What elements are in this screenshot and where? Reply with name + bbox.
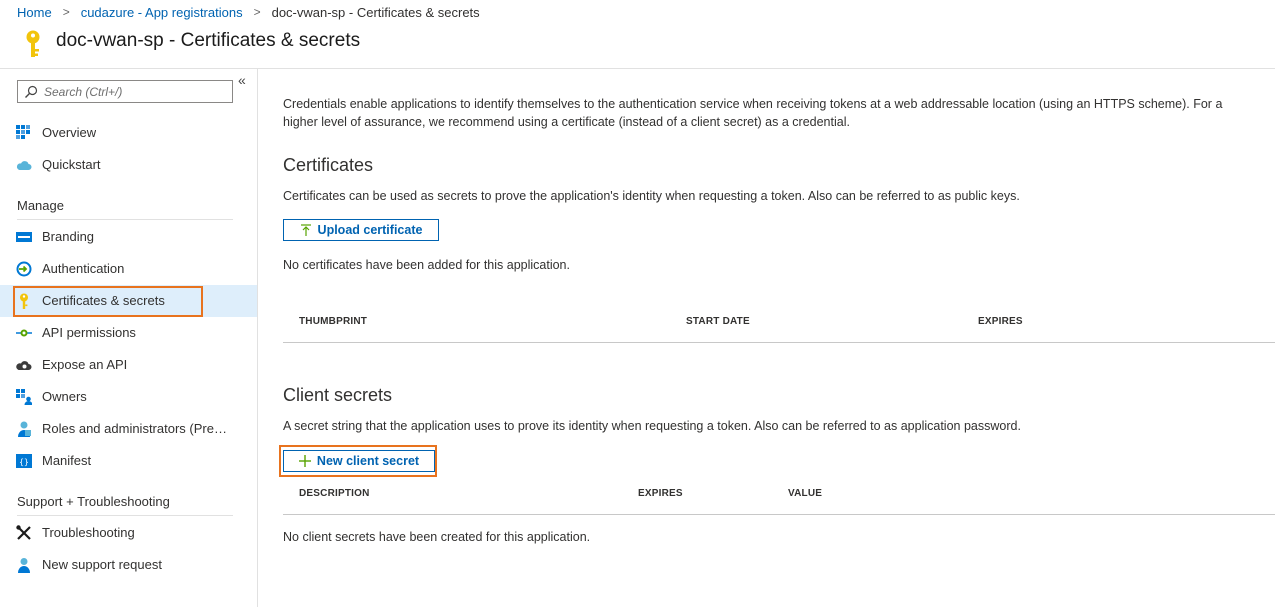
search-icon xyxy=(25,85,38,98)
sidebar-item-new-support-request[interactable]: New support request xyxy=(0,549,257,581)
column-header-expires: EXPIRES xyxy=(978,316,1023,327)
intro-text: Credentials enable applications to ident… xyxy=(283,97,1223,129)
search-box[interactable] xyxy=(17,80,233,103)
collapse-sidebar-button[interactable]: « xyxy=(238,73,246,87)
support-person-icon xyxy=(18,558,30,573)
breadcrumb-current: doc-vwan-sp - Certificates & secrets xyxy=(271,4,480,20)
table-divider xyxy=(283,514,1275,515)
search-input[interactable] xyxy=(44,84,224,99)
sidebar-item-label: Owners xyxy=(42,389,87,404)
certificates-heading: Certificates xyxy=(283,155,374,175)
certificates-description: Certificates can be used as secrets to p… xyxy=(283,189,1020,203)
sidebar-item-overview[interactable]: Overview xyxy=(0,117,257,149)
table-divider xyxy=(283,342,1275,343)
authentication-icon xyxy=(16,261,32,277)
branding-icon xyxy=(16,232,32,242)
sidebar-item-branding[interactable]: Branding xyxy=(0,221,257,253)
section-label-support: Support + Troubleshooting xyxy=(17,494,170,509)
sidebar-item-authentication[interactable]: Authentication xyxy=(0,253,257,285)
column-header-expires: EXPIRES xyxy=(638,488,683,499)
key-icon xyxy=(20,293,28,309)
sidebar-item-label: Quickstart xyxy=(42,157,101,172)
sidebar-item-api-permissions[interactable]: API permissions xyxy=(0,317,257,349)
sidebar-item-label: Roles and administrators (Previ... xyxy=(42,421,232,436)
no-certificates-text: No certificates have been added for this… xyxy=(283,258,570,272)
plus-icon xyxy=(298,455,311,467)
manifest-icon: {} xyxy=(16,454,32,468)
owners-icon xyxy=(16,389,32,405)
chevron-right-icon: > xyxy=(62,5,70,19)
sidebar-item-label: Certificates & secrets xyxy=(42,293,165,308)
section-label-manage: Manage xyxy=(17,198,64,213)
new-client-secret-button[interactable]: New client secret xyxy=(283,450,435,472)
client-secrets-description: A secret string that the application use… xyxy=(283,419,1021,433)
sidebar-item-label: New support request xyxy=(42,557,162,572)
user-roles-icon xyxy=(18,421,31,437)
sidebar-item-certificates-secrets[interactable]: Certificates & secrets xyxy=(0,285,257,317)
sidebar-item-label: Troubleshooting xyxy=(42,525,135,540)
title-bar: doc-vwan-sp - Certificates & secrets xyxy=(0,22,1275,69)
column-header-thumbprint: THUMBPRINT xyxy=(299,316,368,327)
upload-icon xyxy=(300,224,311,236)
api-permissions-icon xyxy=(16,329,32,337)
cloud-icon xyxy=(16,161,32,170)
sidebar-item-label: API permissions xyxy=(42,325,136,340)
sidebar-item-roles-administrators[interactable]: Roles and administrators (Previ... xyxy=(0,413,257,445)
sidebar-item-owners[interactable]: Owners xyxy=(0,381,257,413)
sidebar-item-label: Branding xyxy=(42,229,95,244)
column-header-description: DESCRIPTION xyxy=(299,488,370,499)
sidebar-item-label: Expose an API xyxy=(42,357,128,372)
no-client-secrets-text: No client secrets have been created for … xyxy=(283,530,591,544)
sidebar-item-expose-api[interactable]: Expose an API xyxy=(0,349,257,381)
column-header-value: VALUE xyxy=(788,488,823,499)
cloud-gear-icon xyxy=(16,361,32,370)
page-title: doc-vwan-sp - Certificates & secrets xyxy=(56,30,361,51)
sidebar-item-manifest[interactable]: {} Manifest xyxy=(0,445,257,477)
breadcrumb-home-link[interactable]: Home xyxy=(17,5,52,20)
breadcrumb: Home > cudazure - App registrations > do… xyxy=(17,3,480,21)
section-divider xyxy=(17,219,233,220)
sidebar-item-label: Authentication xyxy=(42,261,125,276)
sidebar-item-troubleshooting[interactable]: Troubleshooting xyxy=(0,517,257,549)
client-secrets-heading: Client secrets xyxy=(283,385,393,405)
key-icon xyxy=(26,30,40,57)
grid-icon xyxy=(16,125,30,139)
new-client-secret-label: New client secret xyxy=(316,454,420,468)
section-divider xyxy=(17,515,233,516)
sidebar: « Overview Quickstart Manage Branding xyxy=(0,69,258,607)
upload-certificate-button[interactable]: Upload certificate xyxy=(283,219,439,241)
wrench-icon xyxy=(16,525,31,540)
upload-certificate-label: Upload certificate xyxy=(317,223,423,237)
sidebar-item-quickstart[interactable]: Quickstart xyxy=(0,149,257,181)
sidebar-item-label: Overview xyxy=(42,125,97,140)
chevron-right-icon: > xyxy=(253,5,261,19)
breadcrumb-app-registrations-link[interactable]: cudazure - App registrations xyxy=(81,5,243,20)
sidebar-item-label: Manifest xyxy=(42,453,92,468)
column-header-start-date: START DATE xyxy=(686,316,750,327)
svg-text:{}: {} xyxy=(19,458,29,467)
